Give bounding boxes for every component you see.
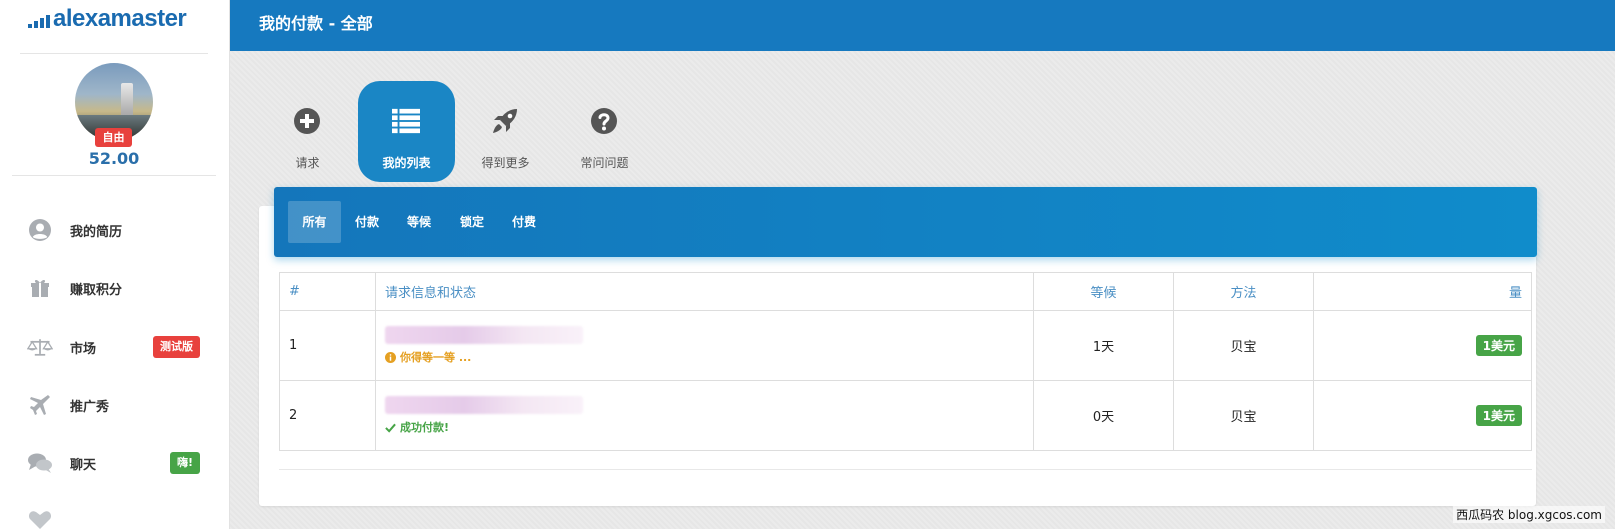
payments-table: # 请求信息和状态 等候 方法 量 1 你得等一等 ... 1天 贝宝 1美元 … [279, 272, 1532, 451]
column-header-wait[interactable]: 等候 [1033, 272, 1174, 311]
row-amount: 1美元 [1313, 310, 1532, 381]
main-content: 请求 我的列表 得到更多 常问问题 所有 付款 等候 锁定 付费 # 请求信息和… [230, 51, 1615, 529]
sidebar-item-promote[interactable]: 推广秀 [0, 385, 228, 425]
sidebar-item-chat[interactable]: 聊天 嗨! [0, 443, 228, 483]
action-label: 我的列表 [382, 156, 431, 170]
gift-icon [27, 275, 53, 301]
sidebar-item-label: 推广秀 [70, 399, 110, 415]
hi-badge: 嗨! [169, 452, 200, 474]
watermark: 西瓜码农 blog.xgcos.com [1453, 506, 1605, 523]
points-balance: 52.00 [88, 149, 140, 168]
check-icon [385, 423, 396, 433]
column-header-index[interactable]: # [279, 272, 376, 311]
row-method: 贝宝 [1173, 380, 1314, 451]
divider [20, 53, 208, 54]
tab-paid[interactable]: 付费 [501, 201, 547, 243]
heart-icon [27, 507, 53, 529]
action-get-more-button[interactable]: 得到更多 [457, 81, 554, 182]
status-text: 成功付款! [400, 421, 450, 434]
column-header-info[interactable]: 请求信息和状态 [375, 272, 1034, 311]
tab-waiting[interactable]: 等候 [396, 201, 442, 243]
status-waiting: 你得等一等 ... [385, 349, 1024, 365]
amount-badge: 1美元 [1475, 405, 1522, 426]
table-row[interactable]: 2 成功付款! 0天 贝宝 1美元 [279, 380, 1532, 451]
signal-bars-icon [28, 15, 50, 28]
page-title: 我的付款 - 全部 [259, 14, 373, 33]
sidebar-item-more[interactable] [0, 500, 228, 529]
question-circle-icon [590, 107, 618, 135]
column-header-amount[interactable]: 量 [1313, 272, 1532, 311]
table-header-row: # 请求信息和状态 等候 方法 量 [279, 272, 1532, 311]
tab-paying[interactable]: 付款 [344, 201, 390, 243]
plus-circle-icon [293, 107, 321, 135]
chat-icon [27, 450, 53, 476]
tab-all[interactable]: 所有 [288, 201, 341, 243]
action-label: 常问问题 [580, 156, 629, 170]
sidebar-item-label: 市场 [70, 341, 97, 357]
filter-tabs: 所有 付款 等候 锁定 付费 [274, 187, 1537, 257]
brand-logo[interactable]: alexamaster [28, 5, 187, 32]
scale-icon [27, 334, 53, 360]
table-row[interactable]: 1 你得等一等 ... 1天 贝宝 1美元 [279, 310, 1532, 381]
user-circle-icon [27, 217, 53, 243]
row-wait: 0天 [1033, 380, 1174, 451]
action-request-button[interactable]: 请求 [259, 81, 356, 182]
row-index: 2 [279, 380, 376, 451]
action-label: 请求 [295, 156, 320, 170]
divider [12, 175, 216, 176]
row-info: 你得等一等 ... [375, 310, 1034, 381]
status-success: 成功付款! [385, 419, 1024, 435]
sidebar-item-market[interactable]: 市场 测试版 [0, 327, 228, 367]
redacted-url [385, 326, 583, 344]
column-header-method[interactable]: 方法 [1173, 272, 1314, 311]
sidebar-item-profile[interactable]: 我的简历 [0, 210, 228, 250]
sidebar-item-label: 我的简历 [70, 224, 123, 240]
top-header: 我的付款 - 全部 [230, 0, 1615, 51]
action-my-list-button[interactable]: 我的列表 [358, 81, 455, 182]
row-info: 成功付款! [375, 380, 1034, 451]
sidebar-item-label: 赚取积分 [70, 282, 123, 298]
status-text: 你得等一等 ... [400, 351, 472, 364]
sidebar-item-label: 聊天 [70, 457, 97, 473]
amount-badge: 1美元 [1475, 335, 1522, 356]
divider [279, 469, 1532, 470]
row-method: 贝宝 [1173, 310, 1314, 381]
sidebar: alexamaster 自由 52.00 我的简历 赚取积分 市场 测试版 推广… [0, 0, 230, 529]
beta-badge: 测试版 [153, 336, 200, 358]
info-circle-icon [385, 351, 396, 363]
redacted-url [385, 396, 583, 414]
sidebar-item-earn-points[interactable]: 赚取积分 [0, 268, 228, 308]
membership-badge: 自由 [95, 128, 132, 147]
action-label: 得到更多 [481, 156, 530, 170]
row-index: 1 [279, 310, 376, 381]
row-wait: 1天 [1033, 310, 1174, 381]
action-faq-button[interactable]: 常问问题 [556, 81, 653, 182]
brand-name: alexamaster [53, 5, 187, 32]
tab-locked[interactable]: 锁定 [449, 201, 495, 243]
list-icon [392, 107, 420, 135]
row-amount: 1美元 [1313, 380, 1532, 451]
plane-icon [27, 392, 53, 418]
rocket-icon [491, 107, 519, 135]
